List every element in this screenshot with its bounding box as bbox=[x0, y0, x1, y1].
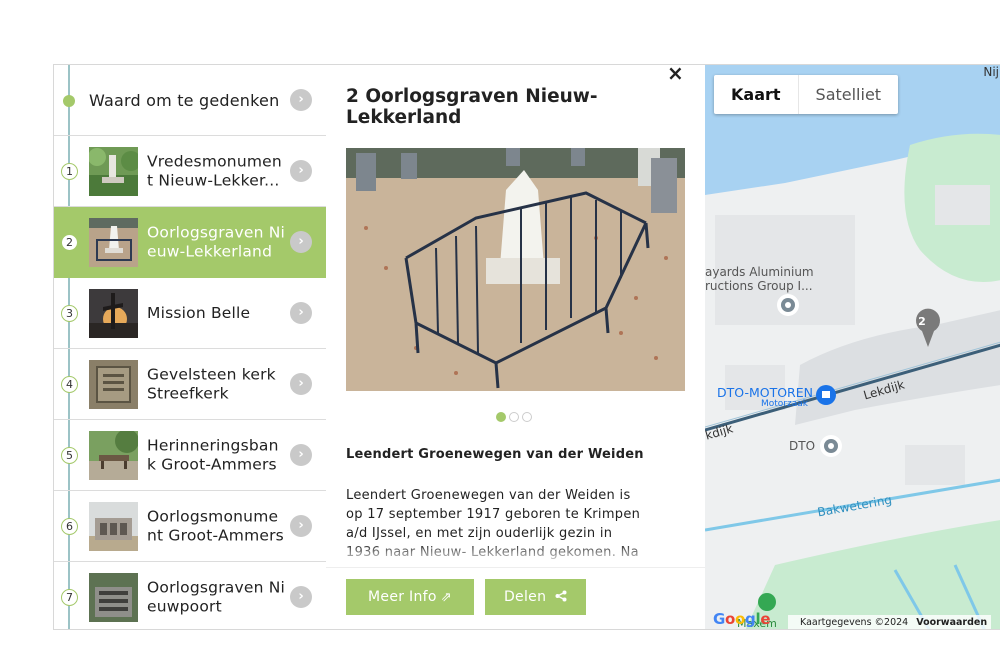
tour-sidebar: Waard om te gedenken › 1 Vredesmonument … bbox=[54, 65, 326, 629]
sidebar-item-gevelsteen[interactable]: 4 Gevelsteen kerk Streefkerk › bbox=[54, 349, 326, 420]
sidebar-item-label: Oorlogsgraven Nieuw-Lekkerland bbox=[147, 223, 286, 261]
item-number: 2 bbox=[61, 234, 78, 251]
chevron-right-icon[interactable]: › bbox=[290, 160, 312, 182]
thumbnail-image bbox=[89, 573, 138, 622]
map-label-motorzaak: Motorzaak bbox=[761, 399, 808, 409]
map-label-company-line2: ructions Group I... bbox=[705, 279, 813, 293]
more-info-button[interactable]: Meer Info ⇗ bbox=[346, 579, 474, 615]
sidebar-item-mission-belle[interactable]: 3 Mission Belle › bbox=[54, 278, 326, 349]
sidebar-item-label: Vredesmonument Nieuw-Lekker... bbox=[147, 152, 282, 190]
external-link-icon: ⇗ bbox=[440, 590, 452, 605]
map-label-dto-motoren: DTO-MOTOREN bbox=[717, 385, 813, 400]
map-data-credit: Kaartgegevens ©2024 bbox=[800, 617, 909, 628]
chevron-right-icon[interactable]: › bbox=[290, 444, 312, 466]
sidebar-item-label: Mission Belle bbox=[147, 303, 251, 322]
item-number: 3 bbox=[61, 305, 78, 322]
item-number: 5 bbox=[61, 447, 78, 464]
terms-link[interactable]: Voorwaarden bbox=[916, 617, 987, 628]
chevron-right-icon[interactable]: › bbox=[290, 515, 312, 537]
sidebar-item-herinneringsbank[interactable]: 5 Herinneringsbank Groot-Ammers › bbox=[54, 420, 326, 491]
sidebar-item-label: Oorlogsmonument Groot-Ammers bbox=[147, 507, 284, 545]
thumbnail-image bbox=[89, 218, 138, 267]
share-icon bbox=[555, 590, 567, 605]
chevron-right-icon[interactable]: › bbox=[290, 586, 312, 608]
tour-widget: Waard om te gedenken › 1 Vredesmonument … bbox=[53, 64, 1000, 630]
detail-photo[interactable] bbox=[346, 148, 685, 391]
thumbnail-image bbox=[89, 360, 138, 409]
slide-dot[interactable] bbox=[522, 412, 532, 422]
sidebar-header-title: Waard om te gedenken bbox=[89, 91, 280, 110]
chevron-right-icon[interactable]: › bbox=[290, 302, 312, 324]
map-label-top: Nij bbox=[983, 65, 999, 79]
sidebar-item-label: Herinneringsbank Groot-Ammers bbox=[147, 436, 279, 474]
map-label-company-line1: ayards Aluminium bbox=[705, 265, 814, 279]
item-number: 4 bbox=[61, 376, 78, 393]
slide-dot[interactable] bbox=[496, 412, 506, 422]
map-tiles bbox=[705, 65, 1000, 629]
text-fade bbox=[326, 543, 705, 569]
sidebar-item-vredesmonument[interactable]: 1 Vredesmonument Nieuw-Lekker... › bbox=[54, 136, 326, 207]
chevron-right-icon[interactable]: › bbox=[290, 373, 312, 395]
map-type-control: Kaart Satelliet bbox=[714, 75, 899, 114]
map-label-dto: DTO bbox=[789, 439, 816, 453]
map-marker-number[interactable]: 2 bbox=[916, 315, 928, 328]
chevron-right-icon[interactable]: › bbox=[290, 231, 312, 253]
map-view[interactable]: Nij ayards Aluminium ructions Group I...… bbox=[705, 65, 1000, 629]
share-button[interactable]: Delen bbox=[485, 579, 586, 615]
item-number: 1 bbox=[61, 163, 78, 180]
sidebar-item-oorlogsmonument[interactable]: 6 Oorlogsmonument Groot-Ammers › bbox=[54, 491, 326, 562]
sidebar-item-oorlogsgraven-nieuw-lekkerland[interactable]: 2 Oorlogsgraven Nieuw-Lekkerland › bbox=[54, 207, 326, 278]
sidebar-item-label: Gevelsteen kerk Streefkerk bbox=[147, 365, 276, 403]
more-info-label: Meer Info bbox=[368, 589, 437, 605]
sidebar-item-label: Oorlogsgraven Nieuwpoort bbox=[147, 578, 286, 616]
map-type-kaart-button[interactable]: Kaart bbox=[714, 75, 799, 114]
thumbnail-image bbox=[89, 502, 138, 551]
item-number: 6 bbox=[61, 518, 78, 535]
detail-title: 2 Oorlogsgraven Nieuw-Lekkerland bbox=[346, 86, 598, 128]
close-icon[interactable]: × bbox=[667, 65, 684, 83]
timeline-start-dot bbox=[63, 95, 75, 107]
thumbnail-image bbox=[89, 147, 138, 196]
map-attribution: Kaartgegevens ©2024 Voorwaarden bbox=[788, 615, 992, 629]
sidebar-item-oorlogsgraven-nieuwpoort[interactable]: 7 Oorlogsgraven Nieuwpoort › bbox=[54, 562, 326, 629]
item-number: 7 bbox=[61, 589, 78, 606]
detail-subtitle: Leendert Groenewegen van der Weiden bbox=[346, 447, 644, 462]
chevron-right-icon[interactable]: › bbox=[290, 89, 312, 111]
thumbnail-image bbox=[89, 289, 138, 338]
slide-dot[interactable] bbox=[509, 412, 519, 422]
google-logo[interactable]: Google bbox=[713, 610, 770, 628]
detail-panel: × 2 Oorlogsgraven Nieuw-Lekkerland Leend… bbox=[326, 65, 705, 629]
slide-indicator[interactable] bbox=[496, 412, 532, 422]
map-type-satellite-button[interactable]: Satelliet bbox=[799, 75, 899, 114]
share-label: Delen bbox=[503, 589, 547, 605]
sidebar-header[interactable]: Waard om te gedenken › bbox=[54, 65, 326, 136]
thumbnail-image bbox=[89, 431, 138, 480]
